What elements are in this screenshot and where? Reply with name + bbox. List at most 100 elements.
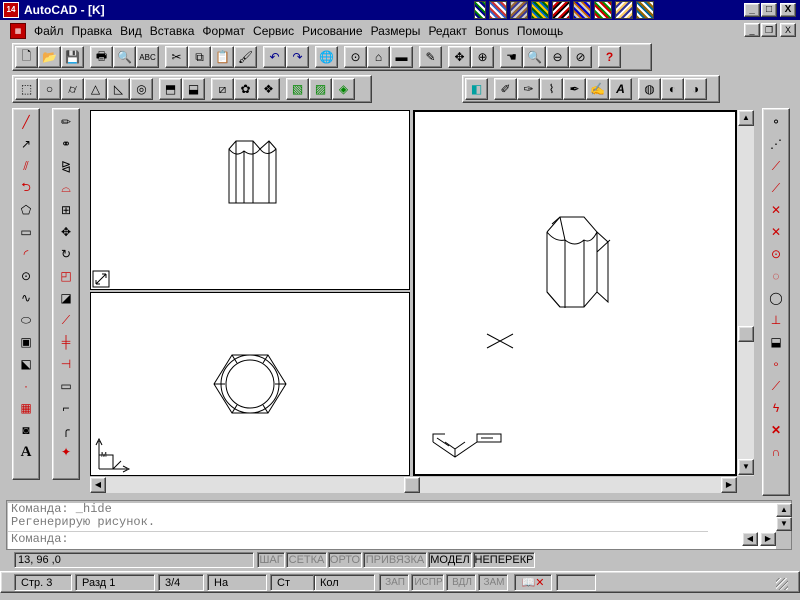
extend-indicator[interactable]: ВДЛ xyxy=(446,574,476,591)
object-snap-icon[interactable]: ⊙ xyxy=(344,46,367,68)
zoom-previous-icon[interactable]: ⊘ xyxy=(569,46,592,68)
snap-insert-icon[interactable]: ⬓ xyxy=(765,331,788,353)
ortho-toggle[interactable]: ОРТО xyxy=(328,552,362,568)
menu-item-1[interactable]: Правка xyxy=(68,24,117,38)
region-icon[interactable]: ◙ xyxy=(15,419,38,441)
wedge-icon[interactable]: ◺ xyxy=(107,78,130,100)
viewport-top[interactable]: M xyxy=(90,292,410,476)
menu-item-8[interactable]: Редакт xyxy=(424,24,470,38)
stretch-icon[interactable]: ◪ xyxy=(55,287,78,309)
section-icon[interactable]: ✿ xyxy=(234,78,257,100)
snap-tracking-icon[interactable]: ⋰ xyxy=(765,133,788,155)
rotate-icon[interactable]: ↻ xyxy=(55,243,78,265)
offset-icon[interactable]: ⌓ xyxy=(55,177,78,199)
horizontal-scroll-thumb[interactable] xyxy=(404,477,420,493)
help-icon[interactable]: ? xyxy=(598,46,621,68)
snap-node-icon[interactable]: ∘ xyxy=(765,353,788,375)
snap-midpoint-icon[interactable]: ⟋ xyxy=(765,177,788,199)
undo-icon[interactable]: ↶ xyxy=(263,46,286,68)
setup-view-icon[interactable]: ▨ xyxy=(309,78,332,100)
tile-icon[interactable] xyxy=(510,1,528,19)
erase-icon[interactable]: ✏ xyxy=(55,111,78,133)
dim-linear-icon[interactable]: ✐ xyxy=(494,78,517,100)
snap-intersection-icon[interactable]: ✕ xyxy=(765,199,788,221)
menu-item-4[interactable]: Формат xyxy=(198,24,249,38)
snap-none-icon[interactable]: ✕ xyxy=(765,419,788,441)
save-icon[interactable]: 💾 xyxy=(61,46,84,68)
tile-icon[interactable] xyxy=(474,1,486,19)
inquiry-icon[interactable]: ▬ xyxy=(390,46,413,68)
dim-aligned-icon[interactable]: ✑ xyxy=(517,78,540,100)
revolve-icon[interactable]: ⬓ xyxy=(182,78,205,100)
dim-text-icon[interactable]: A xyxy=(609,78,632,100)
redraw-icon[interactable]: ✎ xyxy=(419,46,442,68)
viewport-front[interactable] xyxy=(90,110,410,290)
torus-icon[interactable]: ◎ xyxy=(130,78,153,100)
interference-icon[interactable]: ❖ xyxy=(257,78,280,100)
layer-icon[interactable]: ◧ xyxy=(465,78,488,100)
vertical-scrollbar[interactable] xyxy=(737,110,754,476)
overtype-indicator[interactable]: ЗАМ xyxy=(478,574,508,591)
copy-object-icon[interactable]: ⚭ xyxy=(55,133,78,155)
scale-icon[interactable]: ◰ xyxy=(55,265,78,287)
dim-angular-icon[interactable]: ◍ xyxy=(638,78,661,100)
move-icon[interactable]: ✥ xyxy=(55,221,78,243)
cone-icon[interactable]: △ xyxy=(84,78,107,100)
tile-icon[interactable] xyxy=(615,1,633,19)
new-file-icon[interactable]: 🗋 xyxy=(15,46,38,68)
mdi-minimize-button[interactable]: _ xyxy=(744,23,760,37)
menu-item-7[interactable]: Размеры xyxy=(367,24,425,38)
dim-radius-icon[interactable]: ✒ xyxy=(563,78,586,100)
menu-item-9[interactable]: Bonus xyxy=(471,24,513,38)
spline-icon[interactable]: ∿ xyxy=(15,287,38,309)
snap-toggle[interactable]: ШАГ xyxy=(257,552,285,568)
sphere-icon[interactable]: ○ xyxy=(38,78,61,100)
command-scroll-up-button[interactable]: ▲ xyxy=(776,503,792,517)
snap-perpendicular-icon[interactable]: ⊥ xyxy=(765,309,788,331)
menu-item-5[interactable]: Сервис xyxy=(249,24,298,38)
vertical-scroll-thumb[interactable] xyxy=(738,326,754,342)
multiline-icon[interactable]: ⫽ xyxy=(15,155,38,177)
ellipse-icon[interactable]: ⬭ xyxy=(15,309,38,331)
copy-icon[interactable]: ⧉ xyxy=(188,46,211,68)
launch-browser-icon[interactable]: 🌐 xyxy=(315,46,338,68)
cylinder-icon[interactable]: ⌭ xyxy=(61,78,84,100)
scroll-right-button[interactable]: ▶ xyxy=(721,477,737,493)
tile-icon[interactable] xyxy=(552,1,570,19)
dim-baseline-icon[interactable]: ◐ xyxy=(661,78,684,100)
polygon-icon[interactable]: ⬠ xyxy=(15,199,38,221)
snap-apparent-intersection-icon[interactable]: ✕ xyxy=(765,221,788,243)
record-indicator[interactable]: ЗАП xyxy=(379,574,409,591)
menu-item-0[interactable]: Файл xyxy=(30,24,68,38)
command-scroll-left-button[interactable]: ◀ xyxy=(742,532,758,546)
menu-item-6[interactable]: Рисование xyxy=(298,24,366,38)
arc-icon[interactable]: ◜ xyxy=(15,243,38,265)
print-preview-icon[interactable]: 🔍 xyxy=(113,46,136,68)
close-button[interactable]: X xyxy=(780,3,796,17)
polyline-icon[interactable]: ⮌ xyxy=(15,177,38,199)
rectangle-icon[interactable]: ▭ xyxy=(15,221,38,243)
osnap-toggle[interactable]: ПРИВЯЗКА xyxy=(363,552,427,568)
redo-icon[interactable]: ↷ xyxy=(286,46,309,68)
autocad-app-icon[interactable]: 14 xyxy=(3,2,19,18)
named-views-icon[interactable]: ⊕ xyxy=(471,46,494,68)
dim-continue-icon[interactable]: ◑ xyxy=(684,78,707,100)
viewport-isometric[interactable] xyxy=(413,110,737,476)
model-toggle[interactable]: МОДЕЛ xyxy=(428,552,472,568)
break-icon[interactable]: ▭ xyxy=(55,375,78,397)
dim-ordinate-icon[interactable]: ⌇ xyxy=(540,78,563,100)
minimize-button[interactable]: _ xyxy=(744,3,760,17)
extrude-icon[interactable]: ⬒ xyxy=(159,78,182,100)
snap-nearest-icon[interactable]: ⟋ xyxy=(765,375,788,397)
spell-check-icon[interactable]: ABC xyxy=(136,46,159,68)
title-bar[interactable]: 14 AutoCAD - [K] _ □ X xyxy=(0,0,800,20)
snap-endpoint-icon[interactable]: ⟋ xyxy=(765,155,788,177)
scroll-down-button[interactable]: ▼ xyxy=(738,459,754,475)
command-input[interactable]: Команда: xyxy=(8,531,708,547)
extend-icon[interactable]: ⊣ xyxy=(55,353,78,375)
make-block-icon[interactable]: ⬕ xyxy=(15,353,38,375)
menu-item-10[interactable]: Помощь xyxy=(513,24,567,38)
mirror-icon[interactable]: ⧎ xyxy=(55,155,78,177)
tile-icon[interactable] xyxy=(573,1,591,19)
snap-settings-icon[interactable]: ∩ xyxy=(765,441,788,463)
